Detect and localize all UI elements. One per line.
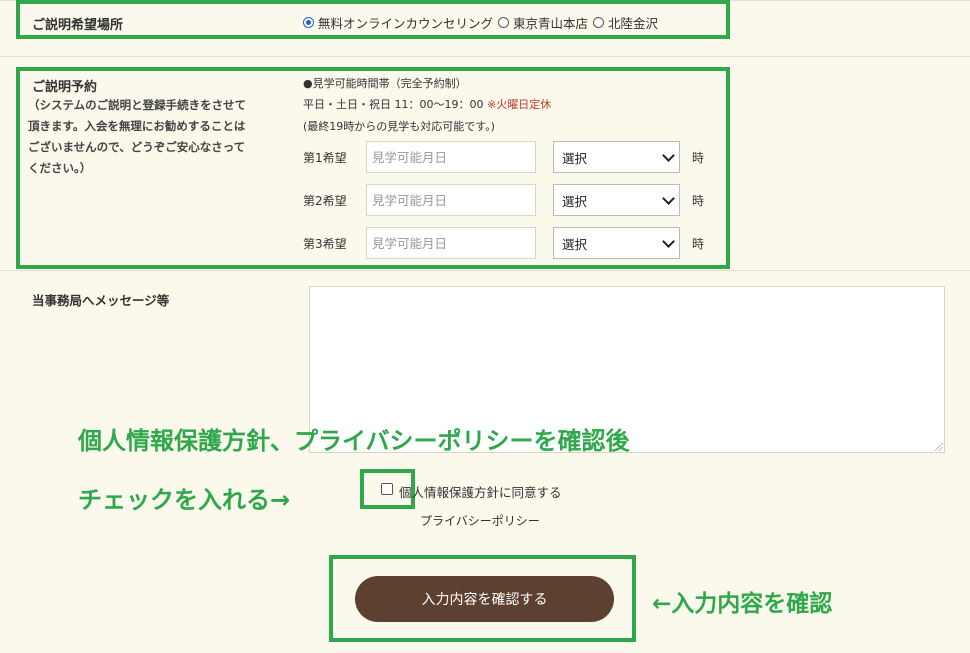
resize-handle-icon[interactable] [935, 443, 943, 451]
section-divider [0, 56, 970, 57]
privacy-agree-label[interactable]: 個人情報保護方針に同意する [399, 482, 562, 501]
highlight-reservation-box [16, 67, 730, 269]
privacy-policy-link[interactable]: プライバシーポリシー [420, 512, 540, 529]
confirm-button[interactable]: 入力内容を確認する [355, 576, 614, 622]
privacy-agree-checkbox[interactable] [381, 483, 393, 495]
annotation-confirm-hint: ←入力内容を確認 [652, 591, 833, 617]
message-label: 当事務局へメッセージ等 [32, 293, 170, 308]
highlight-location-box [16, 0, 730, 39]
annotation-privacy-check: 個人情報保護方針、プライバシーポリシーを確認後 [78, 427, 630, 455]
annotation-check-it: チェックを入れる→ [78, 486, 291, 514]
section-divider [0, 270, 970, 271]
